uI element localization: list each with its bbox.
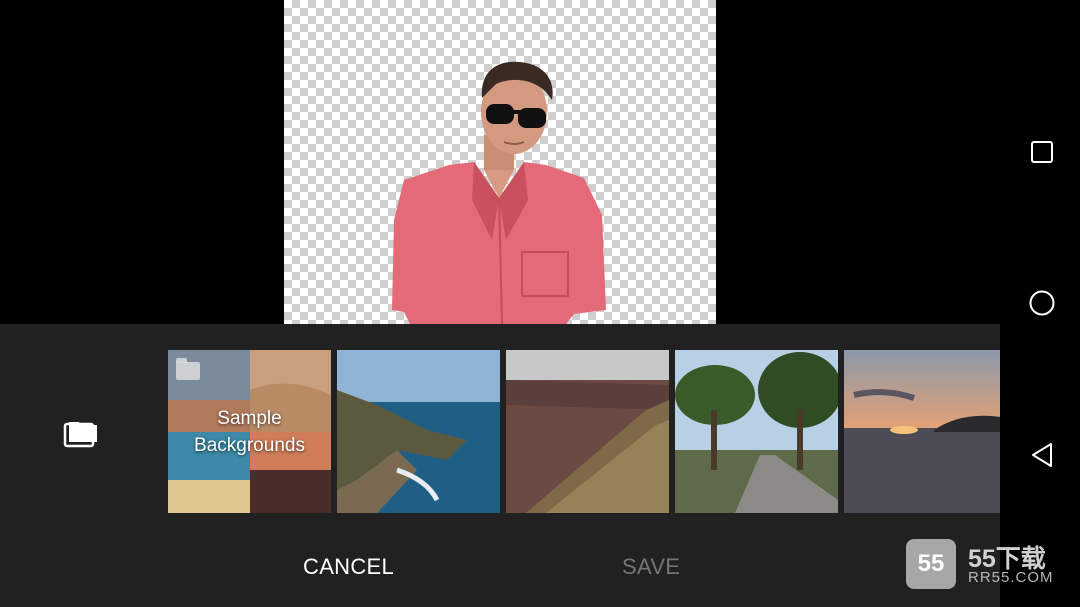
thumbnail-sunset-sea[interactable] [844, 350, 1000, 513]
watermark: 55 55下载 RR55.COM [906, 539, 1076, 591]
image-preview [284, 0, 716, 324]
save-button[interactable]: SAVE [622, 554, 680, 580]
watermark-logo: 55 [906, 539, 956, 589]
subject-cutout [392, 61, 606, 324]
watermark-url: RR55.COM [968, 569, 1054, 586]
square-icon[interactable] [1024, 134, 1060, 170]
background-thumbnails: Sample Backgrounds [168, 350, 1000, 513]
triangle-back-icon[interactable] [1024, 437, 1060, 473]
system-navigation-bar [1000, 0, 1080, 607]
thumbnail-canyon-ridge[interactable] [506, 350, 669, 513]
folder-stack-icon[interactable] [60, 414, 102, 452]
thumbnail-sea-cliff[interactable] [337, 350, 500, 513]
thumbnail-tree-lined-road[interactable] [675, 350, 838, 513]
sample-backgrounds-tile[interactable]: Sample Backgrounds [168, 350, 331, 513]
circle-icon[interactable] [1024, 285, 1060, 321]
sample-label-line1: Sample [217, 407, 282, 429]
cancel-button[interactable]: CANCEL [303, 554, 394, 580]
background-picker-panel: Sample Backgrounds CANCEL SAVE [0, 324, 1000, 607]
sample-backgrounds-label: Sample Backgrounds [168, 350, 331, 513]
sample-label-line2: Backgrounds [194, 434, 305, 456]
